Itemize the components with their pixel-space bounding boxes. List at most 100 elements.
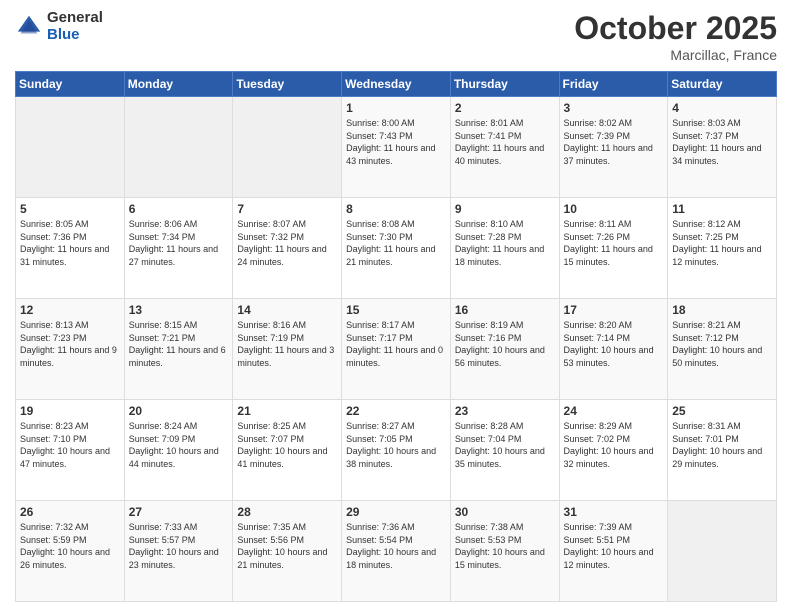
- month-title: October 2025: [574, 10, 777, 47]
- logo-blue-text: Blue: [47, 27, 103, 44]
- week-row-0: 1 Sunrise: 8:00 AM Sunset: 7:43 PM Daylig…: [16, 97, 777, 198]
- day-info: Sunrise: 8:10 AM Sunset: 7:28 PM Dayligh…: [455, 218, 555, 268]
- day-info: Sunrise: 7:36 AM Sunset: 5:54 PM Dayligh…: [346, 521, 446, 571]
- calendar-body: 1 Sunrise: 8:00 AM Sunset: 7:43 PM Daylig…: [16, 97, 777, 602]
- day-cell: 12Sunrise: 8:13 AM Sunset: 7:23 PM Dayli…: [16, 299, 125, 400]
- day-header-sunday: Sunday: [16, 72, 125, 97]
- day-cell: 1 Sunrise: 8:00 AM Sunset: 7:43 PM Daylig…: [342, 97, 451, 198]
- day-cell: 29 Sunrise: 7:36 AM Sunset: 5:54 PM Dayli…: [342, 501, 451, 602]
- day-info: Sunrise: 8:01 AM Sunset: 7:41 PM Dayligh…: [455, 117, 555, 167]
- day-cell: [233, 97, 342, 198]
- day-info: Sunrise: 8:03 AM Sunset: 7:37 PM Dayligh…: [672, 117, 772, 167]
- day-number: 4: [672, 101, 772, 115]
- day-headers-row: SundayMondayTuesdayWednesdayThursdayFrid…: [16, 72, 777, 97]
- day-number: 24: [564, 404, 664, 418]
- day-number: 15: [346, 303, 446, 317]
- day-number: 6: [129, 202, 229, 216]
- day-header-tuesday: Tuesday: [233, 72, 342, 97]
- day-cell: 3 Sunrise: 8:02 AM Sunset: 7:39 PM Daylig…: [559, 97, 668, 198]
- day-cell: 13Sunrise: 8:15 AM Sunset: 7:21 PM Dayli…: [124, 299, 233, 400]
- day-number: 27: [129, 505, 229, 519]
- day-number: 14: [237, 303, 337, 317]
- calendar-header: SundayMondayTuesdayWednesdayThursdayFrid…: [16, 72, 777, 97]
- day-cell: 26Sunrise: 7:32 AM Sunset: 5:59 PM Dayli…: [16, 501, 125, 602]
- day-cell: 7 Sunrise: 8:07 AM Sunset: 7:32 PM Daylig…: [233, 198, 342, 299]
- day-number: 22: [346, 404, 446, 418]
- day-info: Sunrise: 8:17 AM Sunset: 7:17 PM Dayligh…: [346, 319, 446, 369]
- day-info: Sunrise: 7:39 AM Sunset: 5:51 PM Dayligh…: [564, 521, 664, 571]
- day-number: 21: [237, 404, 337, 418]
- day-info: Sunrise: 8:07 AM Sunset: 7:32 PM Dayligh…: [237, 218, 337, 268]
- day-cell: 10Sunrise: 8:11 AM Sunset: 7:26 PM Dayli…: [559, 198, 668, 299]
- day-number: 20: [129, 404, 229, 418]
- day-header-thursday: Thursday: [450, 72, 559, 97]
- day-cell: 20 Sunrise: 8:24 AM Sunset: 7:09 PM Dayli…: [124, 400, 233, 501]
- calendar-table: SundayMondayTuesdayWednesdayThursdayFrid…: [15, 71, 777, 602]
- day-number: 28: [237, 505, 337, 519]
- day-info: Sunrise: 8:25 AM Sunset: 7:07 PM Dayligh…: [237, 420, 337, 470]
- day-cell: [668, 501, 777, 602]
- week-row-4: 26Sunrise: 7:32 AM Sunset: 5:59 PM Dayli…: [16, 501, 777, 602]
- day-header-saturday: Saturday: [668, 72, 777, 97]
- day-header-friday: Friday: [559, 72, 668, 97]
- day-info: Sunrise: 8:00 AM Sunset: 7:43 PM Dayligh…: [346, 117, 446, 167]
- logo: General Blue: [15, 10, 103, 43]
- day-cell: 17 Sunrise: 8:20 AM Sunset: 7:14 PM Dayli…: [559, 299, 668, 400]
- day-info: Sunrise: 8:31 AM Sunset: 7:01 PM Dayligh…: [672, 420, 772, 470]
- day-cell: 11Sunrise: 8:12 AM Sunset: 7:25 PM Dayli…: [668, 198, 777, 299]
- title-block: October 2025 Marcillac, France: [574, 10, 777, 63]
- day-number: 11: [672, 202, 772, 216]
- day-number: 25: [672, 404, 772, 418]
- day-cell: [16, 97, 125, 198]
- logo-general-text: General: [47, 10, 103, 27]
- day-info: Sunrise: 8:27 AM Sunset: 7:05 PM Dayligh…: [346, 420, 446, 470]
- day-info: Sunrise: 8:20 AM Sunset: 7:14 PM Dayligh…: [564, 319, 664, 369]
- day-cell: 16Sunrise: 8:19 AM Sunset: 7:16 PM Dayli…: [450, 299, 559, 400]
- day-number: 13: [129, 303, 229, 317]
- week-row-2: 12Sunrise: 8:13 AM Sunset: 7:23 PM Dayli…: [16, 299, 777, 400]
- header: General Blue October 2025 Marcillac, Fra…: [15, 10, 777, 63]
- day-cell: 5 Sunrise: 8:05 AM Sunset: 7:36 PM Daylig…: [16, 198, 125, 299]
- day-number: 26: [20, 505, 120, 519]
- calendar-container: General Blue October 2025 Marcillac, Fra…: [0, 0, 792, 612]
- day-number: 9: [455, 202, 555, 216]
- week-row-1: 5 Sunrise: 8:05 AM Sunset: 7:36 PM Daylig…: [16, 198, 777, 299]
- day-cell: 15 Sunrise: 8:17 AM Sunset: 7:17 PM Dayli…: [342, 299, 451, 400]
- logo-icon: [15, 13, 43, 41]
- day-cell: 31 Sunrise: 7:39 AM Sunset: 5:51 PM Dayli…: [559, 501, 668, 602]
- day-cell: 6Sunrise: 8:06 AM Sunset: 7:34 PM Daylig…: [124, 198, 233, 299]
- day-info: Sunrise: 7:38 AM Sunset: 5:53 PM Dayligh…: [455, 521, 555, 571]
- day-number: 5: [20, 202, 120, 216]
- day-info: Sunrise: 8:05 AM Sunset: 7:36 PM Dayligh…: [20, 218, 120, 268]
- day-info: Sunrise: 8:08 AM Sunset: 7:30 PM Dayligh…: [346, 218, 446, 268]
- day-cell: 2 Sunrise: 8:01 AM Sunset: 7:41 PM Daylig…: [450, 97, 559, 198]
- day-number: 17: [564, 303, 664, 317]
- day-cell: 27 Sunrise: 7:33 AM Sunset: 5:57 PM Dayli…: [124, 501, 233, 602]
- day-number: 7: [237, 202, 337, 216]
- day-cell: 22 Sunrise: 8:27 AM Sunset: 7:05 PM Dayli…: [342, 400, 451, 501]
- day-number: 8: [346, 202, 446, 216]
- day-number: 1: [346, 101, 446, 115]
- day-number: 2: [455, 101, 555, 115]
- day-cell: 23 Sunrise: 8:28 AM Sunset: 7:04 PM Dayli…: [450, 400, 559, 501]
- day-cell: 28Sunrise: 7:35 AM Sunset: 5:56 PM Dayli…: [233, 501, 342, 602]
- day-cell: 8 Sunrise: 8:08 AM Sunset: 7:30 PM Daylig…: [342, 198, 451, 299]
- day-info: Sunrise: 8:02 AM Sunset: 7:39 PM Dayligh…: [564, 117, 664, 167]
- day-number: 31: [564, 505, 664, 519]
- logo-text: General Blue: [47, 10, 103, 43]
- day-cell: 25 Sunrise: 8:31 AM Sunset: 7:01 PM Dayli…: [668, 400, 777, 501]
- day-number: 19: [20, 404, 120, 418]
- day-number: 23: [455, 404, 555, 418]
- day-cell: 19Sunrise: 8:23 AM Sunset: 7:10 PM Dayli…: [16, 400, 125, 501]
- day-cell: 21 Sunrise: 8:25 AM Sunset: 7:07 PM Dayli…: [233, 400, 342, 501]
- day-number: 29: [346, 505, 446, 519]
- day-cell: [124, 97, 233, 198]
- day-info: Sunrise: 8:24 AM Sunset: 7:09 PM Dayligh…: [129, 420, 229, 470]
- day-cell: 9 Sunrise: 8:10 AM Sunset: 7:28 PM Daylig…: [450, 198, 559, 299]
- day-info: Sunrise: 8:28 AM Sunset: 7:04 PM Dayligh…: [455, 420, 555, 470]
- day-number: 3: [564, 101, 664, 115]
- day-info: Sunrise: 7:33 AM Sunset: 5:57 PM Dayligh…: [129, 521, 229, 571]
- day-number: 10: [564, 202, 664, 216]
- day-cell: 14Sunrise: 8:16 AM Sunset: 7:19 PM Dayli…: [233, 299, 342, 400]
- day-cell: 30Sunrise: 7:38 AM Sunset: 5:53 PM Dayli…: [450, 501, 559, 602]
